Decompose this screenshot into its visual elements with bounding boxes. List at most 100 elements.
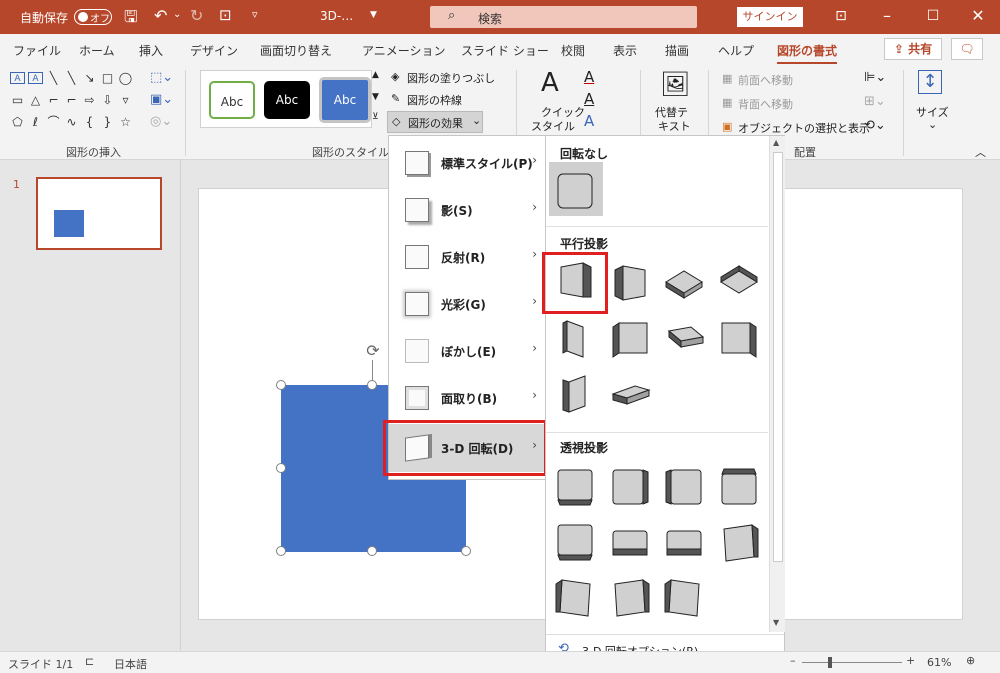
signin-button[interactable]: サインイン [737, 7, 803, 27]
gallery-scrollbar[interactable]: ▲ ▼ [769, 136, 785, 632]
rotation-preset-topB[interactable] [718, 262, 760, 304]
language[interactable]: 日本語 [114, 656, 147, 672]
outline-button[interactable]: 図形の枠線 [407, 92, 462, 108]
left-brace-icon[interactable]: { [82, 116, 97, 128]
rotation-preset-pBot[interactable] [554, 466, 596, 508]
resize-handle[interactable] [461, 546, 471, 556]
oval-icon[interactable]: ◯ [118, 72, 133, 84]
rotation-preset-tallR[interactable] [555, 372, 597, 414]
gallery-more-icon[interactable]: ⊻ [372, 112, 379, 122]
rotation-preset-pTiltR[interactable] [718, 521, 760, 563]
rotation-preset-pBot[interactable] [554, 521, 596, 563]
save-icon[interactable]: 🖫 [124, 6, 138, 33]
bring-forward-button[interactable]: 前面へ移動 [738, 72, 793, 88]
shapes-gallery[interactable]: A A ╲ ╲ ↘ □ ◯ ▭ △ ⌐ ⌐ ⇨ ⇩ ▿ ⬠ ℓ ⌒ ∿ { } … [8, 70, 136, 134]
redo-icon[interactable]: ↻ [190, 6, 203, 25]
freeform-icon[interactable]: ⬠ [10, 116, 25, 128]
down-arrow-icon[interactable]: ⇩ [100, 94, 115, 106]
rotation-preset-pRight[interactable] [609, 466, 651, 508]
edit-shape-icon[interactable]: ⬚⌄ [150, 70, 173, 85]
ribbon-display-icon[interactable]: ⊡ [818, 0, 864, 34]
rotation-preset-pTiltL[interactable] [554, 576, 596, 618]
rotation-preset-boxR[interactable] [609, 317, 651, 359]
menu-item-bevel[interactable]: 面取り(B) › [389, 374, 545, 420]
style-thumb-black[interactable]: Abc [264, 81, 310, 119]
curve-icon[interactable]: ∿ [64, 116, 79, 128]
undo-icon[interactable]: ↶ [154, 6, 167, 25]
tab-review[interactable]: 校閲 [561, 42, 585, 59]
fill-button[interactable]: 図形の塗りつぶし [407, 70, 495, 86]
scroll-up-icon[interactable]: ▲ [773, 138, 779, 147]
tab-shape-format[interactable]: 図形の書式 [777, 42, 838, 65]
menu-item-reflection[interactable]: 反射(R) › [389, 233, 545, 279]
arc-icon[interactable]: ⌒ [46, 116, 61, 128]
triangle-icon[interactable]: △ [28, 94, 43, 106]
minimize-icon[interactable]: – [864, 0, 910, 34]
quick-style-icon[interactable]: A [541, 68, 559, 98]
rotate-icon[interactable]: ⟲⌄ [864, 118, 886, 133]
rectangle-icon[interactable]: □ [100, 72, 115, 84]
textbox-insert-icon[interactable]: ▣⌄ [150, 92, 173, 107]
menu-item-shadow[interactable]: 影(S) › [389, 186, 545, 232]
send-backward-button[interactable]: 背面へ移動 [738, 96, 793, 112]
rotation-preset-pTop[interactable] [718, 466, 760, 508]
slide-thumbnail[interactable] [36, 177, 162, 250]
comment-button[interactable]: 🗨 [951, 38, 983, 60]
style-gallery[interactable]: Abc Abc Abc [200, 70, 372, 128]
tab-transitions[interactable]: 画面切り替え [260, 42, 332, 59]
selection-pane-button[interactable]: オブジェクトの選択と表示 [738, 120, 870, 136]
style-thumb-blue[interactable]: Abc [319, 77, 371, 123]
resize-handle[interactable] [276, 380, 286, 390]
rotation-preset-pFlatB[interactable] [663, 521, 705, 563]
tab-animations[interactable]: アニメーション [362, 42, 446, 59]
effects-button[interactable]: ◇ 図形の効果 ⌄ [387, 111, 483, 133]
rotate-handle-icon[interactable]: ⟳ [364, 342, 382, 360]
scroll-thumb[interactable] [773, 152, 783, 562]
text-fill-icon[interactable]: A [584, 68, 594, 86]
align-icon[interactable]: ⊫⌄ [864, 70, 886, 85]
rotation-preset-flat[interactable] [554, 170, 596, 212]
zoom-level[interactable]: 61% [927, 656, 951, 669]
present-icon[interactable]: ⊡ [219, 6, 232, 24]
connector-icon[interactable]: ⌐ [64, 94, 79, 106]
resize-handle[interactable] [276, 546, 286, 556]
tab-home[interactable]: ホーム [79, 42, 115, 59]
gallery-up-icon[interactable]: ▲ [372, 70, 379, 80]
resize-handle[interactable] [367, 380, 377, 390]
right-brace-icon[interactable]: } [100, 116, 115, 128]
customize-qat-icon[interactable]: ▿ [252, 8, 258, 21]
tab-slideshow[interactable]: スライド ショー [461, 42, 549, 59]
size-chevron-icon[interactable]: ⌄ [928, 118, 937, 131]
zoom-slider[interactable] [802, 662, 902, 663]
star-icon[interactable]: ☆ [118, 116, 133, 128]
tab-insert[interactable]: 挿入 [139, 42, 163, 59]
alt-text-label-2[interactable]: キスト [658, 118, 691, 134]
maximize-icon[interactable]: ☐ [910, 0, 956, 34]
spelling-icon[interactable]: ⊏ [85, 655, 94, 668]
menu-item-glow[interactable]: 光彩(G) › [389, 280, 545, 326]
size-icon[interactable]: ↕ [918, 70, 942, 94]
menu-item-soft-edges[interactable]: ぼかし(E) › [389, 327, 545, 373]
zoom-in-icon[interactable]: + [906, 654, 915, 667]
tab-view[interactable]: 表示 [613, 42, 637, 59]
textbox-icon[interactable]: A [10, 72, 25, 84]
resize-handle[interactable] [367, 546, 377, 556]
rotation-preset-slab[interactable] [663, 317, 705, 359]
rotation-preset-pLeft[interactable] [663, 466, 705, 508]
tab-design[interactable]: デザイン [190, 42, 238, 59]
filename-dropdown-icon[interactable]: ▼ [370, 10, 377, 20]
style-thumb-green-outline[interactable]: Abc [209, 81, 255, 119]
connector-icon[interactable]: ⌐ [46, 94, 61, 106]
menu-item-preset[interactable]: 標準スタイル(P) › [389, 139, 545, 185]
text-outline-icon[interactable]: A [584, 90, 594, 108]
tab-draw[interactable]: 描画 [665, 42, 689, 59]
close-icon[interactable]: ✕ [955, 0, 1000, 34]
group-icon[interactable]: ⊞⌄ [864, 94, 886, 109]
rotation-preset-slabR[interactable] [609, 372, 651, 414]
undo-dropdown-icon[interactable]: ⌄ [173, 9, 181, 20]
autosave-toggle[interactable]: オフ [74, 9, 112, 25]
more-shapes-icon[interactable]: ▿ [118, 94, 133, 106]
rotation-preset-pTiltL[interactable] [663, 576, 705, 618]
zoom-thumb[interactable] [828, 657, 832, 668]
fit-slide-icon[interactable]: ⊕ [966, 654, 975, 667]
